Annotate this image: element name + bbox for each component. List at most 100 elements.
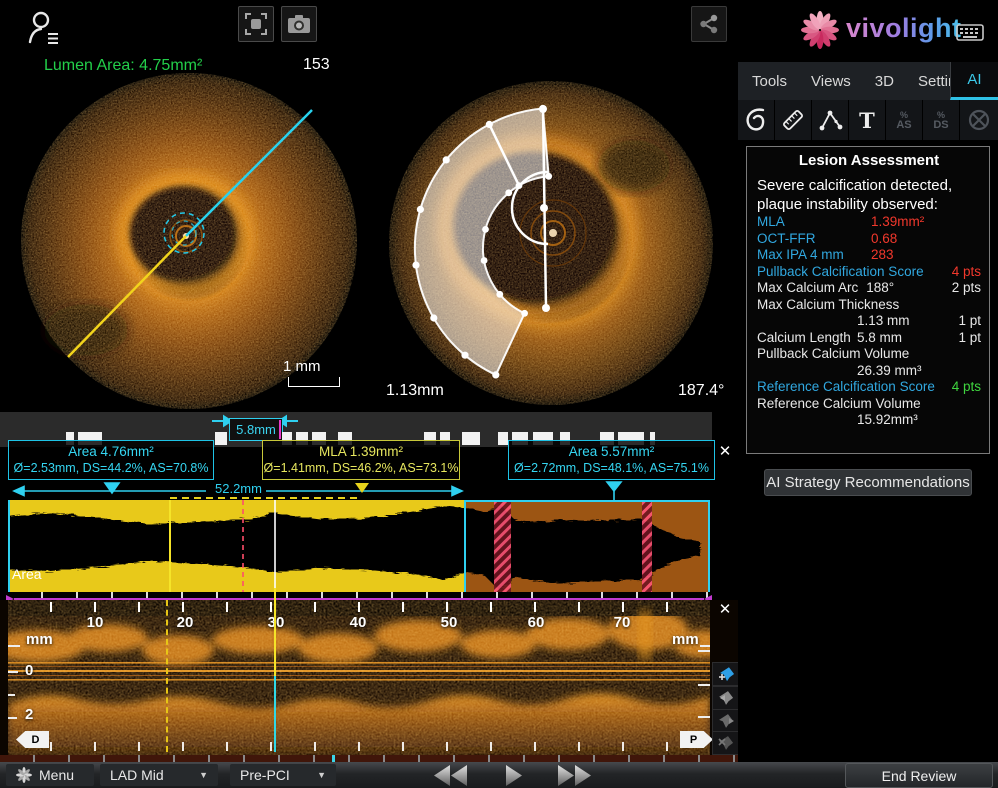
pin-icon (717, 713, 737, 729)
lumen-area-waveform[interactable] (0, 500, 740, 592)
ruler-tick-label: 30 (256, 614, 296, 631)
lesion-row-reference-volume: Reference Calcium Volume (757, 396, 981, 413)
lesion-summary: Severe calcification detected, (757, 176, 981, 195)
ruler-unit-left: mm (26, 631, 53, 648)
rewind-icon[interactable] (434, 765, 450, 786)
span-dimension-line (0, 478, 740, 500)
share-icon (699, 14, 719, 34)
ds-percent-tool[interactable]: % DS (923, 100, 960, 140)
current-frame-line-lower[interactable] (274, 676, 276, 752)
mla-box[interactable]: MLA 1.39mm² Ø=1.41mm, DS=46.2%, AS=73.1% (262, 440, 460, 480)
tab-3d[interactable]: 3D (875, 73, 894, 90)
chevron-down-icon: ▼ (317, 770, 326, 780)
fit-screen-button[interactable] (238, 6, 274, 42)
vivolight-wordmark: vivolight (846, 13, 962, 44)
lesion-row-calcium-length: Calcium Length 5.8 mm 1 pt (757, 330, 981, 347)
as-percent-tool[interactable]: % AS (886, 100, 923, 140)
phase-select[interactable]: Pre-PCI ▼ (230, 764, 336, 786)
lesion-row-reference-score: Reference Calcification Score 4 pts (757, 379, 981, 396)
fast-forward-icon[interactable] (575, 765, 591, 786)
lesion-row-octffr: OCT-FFR 0.68 (757, 231, 981, 248)
delete-bookmark-button[interactable] (712, 731, 741, 755)
lesion-assessment-panel: Lesion Assessment Severe calcification d… (746, 146, 990, 454)
clear-icon (967, 108, 991, 132)
clear-annotations-tool[interactable] (960, 100, 997, 140)
depth-label-2: 2 (25, 706, 33, 723)
filmstrip-cursor (332, 755, 335, 762)
calcium-arc-angle-readout: 187.4° (678, 382, 724, 400)
lesion-row-pullback-score: Pullback Calcification Score 4 pts (757, 264, 981, 281)
bookmark-next-button[interactable] (712, 709, 741, 733)
text-tool[interactable]: T (849, 100, 886, 140)
bookmark-prev-button[interactable] (712, 686, 741, 710)
scale-bar (288, 377, 340, 387)
oct-view-area: Lumen Area: 4.75mm² 153 1 mm 1.13mm 187.… (0, 0, 738, 412)
lesion-panel-title: Lesion Assessment (757, 152, 981, 169)
lesion-row-pullback-volume-value: 26.39 mm³ (757, 363, 981, 380)
lesion-row-mla: MLA 1.39mm² (757, 214, 981, 231)
tab-views[interactable]: Views (811, 73, 851, 90)
ruler-tick-label: 20 (165, 614, 205, 631)
ruler-tick-label: 60 (516, 614, 556, 631)
scale-bar-label: 1 mm (283, 358, 321, 375)
pin-icon (717, 690, 737, 706)
ruler-tick-label: 10 (75, 614, 115, 631)
angle-tool[interactable] (812, 100, 849, 140)
play-icon[interactable] (506, 765, 522, 786)
current-frame-line-upper[interactable] (274, 588, 276, 676)
stent-hatch-band (642, 500, 652, 592)
calcium-thickness-readout: 1.13mm (386, 382, 444, 400)
pin-add-icon (717, 665, 737, 683)
oct-cross-section-right[interactable] (386, 78, 716, 408)
fit-screen-icon (245, 13, 267, 35)
menu-pinwheel-icon (16, 767, 32, 783)
ruler-dash (8, 645, 20, 647)
depth-dash (8, 717, 17, 719)
tab-ai-active[interactable]: AI (950, 62, 998, 100)
pullback-span-label: 52.2mm (211, 481, 266, 496)
ruler-tick-label: 50 (429, 614, 469, 631)
longitudinal-ruler (8, 602, 710, 612)
reference-area-box-proximal[interactable]: Area 5.57mm² Ø=2.72mm, DS=48.1%, AS=75.1… (508, 440, 715, 480)
angle-icon (817, 108, 843, 132)
frame-filmstrip[interactable] (0, 755, 740, 762)
tab-tools[interactable]: Tools (752, 73, 787, 90)
lasso-trace-icon (744, 107, 768, 133)
ruler-icon (780, 107, 806, 133)
close-longitudinal-button[interactable]: ✕ (713, 597, 737, 621)
bottom-tick-strip (8, 742, 710, 751)
depth-label-0: 0 (25, 662, 33, 679)
add-bookmark-button[interactable] (712, 662, 741, 686)
fast-forward-icon[interactable] (558, 765, 574, 786)
trace-area-tool[interactable] (738, 100, 775, 140)
lesion-row-pullback-volume: Pullback Calcium Volume (757, 346, 981, 363)
keyboard-icon[interactable] (956, 24, 984, 41)
depth-dash (698, 716, 710, 718)
vessel-select[interactable]: LAD Mid ▼ (100, 764, 218, 786)
end-review-button[interactable]: End Review (845, 763, 993, 788)
waveform-band-label: Area (12, 566, 42, 582)
close-profile-button[interactable]: ✕ (713, 439, 737, 463)
lesion-row-reference-volume-value: 15.92mm³ (757, 412, 981, 429)
ruler-unit-right: mm (672, 631, 699, 648)
reference-area-box-distal[interactable]: Area 4.76mm² Ø=2.53mm, DS=44.2%, AS=70.8… (8, 440, 214, 480)
snapshot-button[interactable] (281, 6, 317, 42)
lumen-area-readout: Lumen Area: 4.75mm² (44, 57, 202, 75)
ruler-tick-label: 40 (338, 614, 378, 631)
ai-strategy-button[interactable]: AI Strategy Recommendations (764, 469, 972, 496)
depth-dash (698, 650, 710, 652)
rewind-icon[interactable] (451, 765, 467, 786)
depth-dash (8, 694, 15, 696)
stent-hatch-band (494, 500, 511, 592)
lesion-row-maxipa: Max IPA 4 mm 283 (757, 247, 981, 264)
lesion-summary: plaque instability observed: (757, 195, 981, 214)
share-button[interactable] (691, 6, 727, 42)
ruler-tool[interactable] (775, 100, 812, 140)
reference-frame-line[interactable] (166, 600, 168, 752)
depth-dash (8, 671, 18, 673)
depth-dash (698, 684, 710, 686)
menu-button[interactable]: Menu (6, 764, 94, 786)
tool-icon-bar: T % AS % DS (738, 100, 998, 140)
lesion-row-max-arc: Max Calcium Arc 188° 2 pts (757, 280, 981, 297)
patient-info-icon[interactable] (26, 8, 62, 46)
